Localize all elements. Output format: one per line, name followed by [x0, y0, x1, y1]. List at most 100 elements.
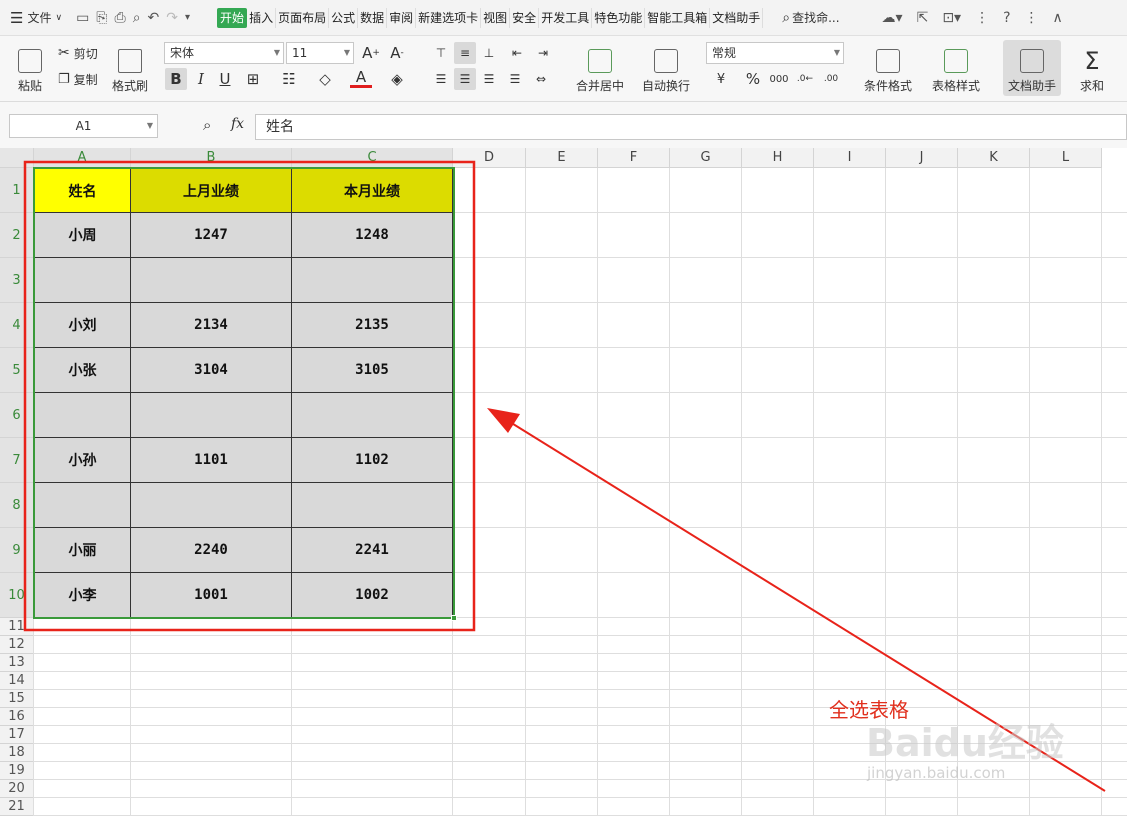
- distribute-icon[interactable]: ⇔: [530, 68, 552, 90]
- table-cell[interactable]: 1002: [292, 573, 453, 618]
- table-cell[interactable]: [292, 393, 453, 438]
- align-top-icon[interactable]: ⊤: [430, 42, 452, 64]
- table-cell[interactable]: 小孙: [34, 438, 131, 483]
- column-header-D[interactable]: D: [453, 148, 526, 168]
- table-cell[interactable]: 1102: [292, 438, 453, 483]
- header-cell[interactable]: 上月业绩: [131, 168, 292, 213]
- tab-8[interactable]: 安全: [510, 7, 540, 28]
- number-format-select[interactable]: 常规 ▼: [706, 42, 844, 64]
- column-header-H[interactable]: H: [742, 148, 814, 168]
- table-cell[interactable]: 3104: [131, 348, 292, 393]
- row-header-8[interactable]: 8: [0, 483, 34, 528]
- row-header-6[interactable]: 6: [0, 393, 34, 438]
- percent-icon[interactable]: %: [742, 68, 764, 90]
- increase-font-icon[interactable]: A +: [360, 42, 382, 64]
- table-cell[interactable]: [34, 393, 131, 438]
- table-cell[interactable]: 小刘: [34, 303, 131, 348]
- table-cell[interactable]: 3105: [292, 348, 453, 393]
- underline-icon[interactable]: U: [214, 68, 236, 90]
- tab-1[interactable]: 插入: [247, 7, 277, 28]
- row-header-1[interactable]: 1: [0, 168, 34, 213]
- column-header-K[interactable]: K: [958, 148, 1030, 168]
- share-icon[interactable]: ⇱: [917, 10, 929, 26]
- table-cell[interactable]: 小丽: [34, 528, 131, 573]
- tab-0[interactable]: 开始: [217, 7, 248, 28]
- column-header-F[interactable]: F: [598, 148, 670, 168]
- wrap-text-button[interactable]: 自动换行: [638, 42, 694, 94]
- menu-button[interactable]: ☰ 文件 ∨: [0, 0, 65, 36]
- align-left-icon[interactable]: ☰: [430, 68, 452, 90]
- row-header-16[interactable]: 16: [0, 708, 34, 726]
- currency-icon[interactable]: ¥: [710, 68, 732, 90]
- print-preview-icon[interactable]: ⌕: [133, 10, 141, 26]
- increase-decimal-icon[interactable]: .0←: [794, 68, 816, 90]
- table-style-button[interactable]: 表格样式: [926, 42, 986, 94]
- table-cell[interactable]: 小李: [34, 573, 131, 618]
- fill-handle[interactable]: [451, 615, 457, 621]
- table-cell[interactable]: 2241: [292, 528, 453, 573]
- column-header-A[interactable]: A: [34, 148, 131, 168]
- indent-decrease-icon[interactable]: ⇤: [506, 42, 528, 64]
- format-painter-button[interactable]: 格式刷: [108, 42, 152, 94]
- column-header-J[interactable]: J: [886, 148, 958, 168]
- merge-center-button[interactable]: 合并居中: [570, 42, 630, 94]
- font-size-select[interactable]: 11 ▼: [286, 42, 354, 64]
- table-cell[interactable]: 1101: [131, 438, 292, 483]
- row-header-19[interactable]: 19: [0, 762, 34, 780]
- cut-button[interactable]: ✂ 剪切: [58, 42, 98, 64]
- help-icon[interactable]: ?: [1003, 10, 1010, 26]
- fx-icon[interactable]: fx: [231, 116, 244, 132]
- table-cell[interactable]: [292, 258, 453, 303]
- align-center-icon[interactable]: ☰: [454, 68, 476, 90]
- cloud-icon[interactable]: ☁▾: [882, 10, 903, 26]
- undo-icon[interactable]: ↶: [148, 10, 160, 26]
- zoom-function-icon[interactable]: ⌕: [203, 116, 211, 134]
- export-icon[interactable]: ⎘: [96, 10, 107, 26]
- row-header-14[interactable]: 14: [0, 672, 34, 690]
- row-header-5[interactable]: 5: [0, 348, 34, 393]
- row-header-9[interactable]: 9: [0, 528, 34, 573]
- tab-3[interactable]: 公式: [329, 7, 359, 28]
- row-header-4[interactable]: 4: [0, 303, 34, 348]
- font-name-select[interactable]: 宋体 ▼: [164, 42, 284, 64]
- table-cell[interactable]: [131, 258, 292, 303]
- tab-12[interactable]: 文档助手: [710, 7, 764, 28]
- row-header-18[interactable]: 18: [0, 744, 34, 762]
- row-header-20[interactable]: 20: [0, 780, 34, 798]
- search-command[interactable]: ⌕ 查找命...: [779, 0, 842, 36]
- column-header-G[interactable]: G: [670, 148, 742, 168]
- row-header-21[interactable]: 21: [0, 798, 34, 816]
- indent-increase-icon[interactable]: ⇥: [532, 42, 554, 64]
- tab-10[interactable]: 特色功能: [592, 7, 646, 28]
- paste-button[interactable]: 粘贴: [10, 42, 50, 94]
- table-cell[interactable]: [34, 258, 131, 303]
- more-dots-icon[interactable]: ⋮: [1025, 10, 1039, 26]
- sum-button[interactable]: Σ 求和: [1070, 42, 1114, 94]
- row-header-13[interactable]: 13: [0, 654, 34, 672]
- table-cell[interactable]: 1247: [131, 213, 292, 258]
- conditional-format-button[interactable]: 条件格式: [858, 42, 918, 94]
- print-icon[interactable]: ⎙: [115, 10, 126, 26]
- cell-style-icon[interactable]: ☷: [278, 68, 300, 90]
- table-cell[interactable]: 1248: [292, 213, 453, 258]
- column-header-I[interactable]: I: [814, 148, 886, 168]
- row-header-10[interactable]: 10: [0, 573, 34, 618]
- table-cell[interactable]: 2240: [131, 528, 292, 573]
- row-header-7[interactable]: 7: [0, 438, 34, 483]
- decrease-font-icon[interactable]: A-: [386, 42, 408, 64]
- header-cell[interactable]: 本月业绩: [292, 168, 453, 213]
- table-cell[interactable]: 1001: [131, 573, 292, 618]
- justify-icon[interactable]: ☰: [504, 68, 526, 90]
- column-header-B[interactable]: B: [131, 148, 292, 168]
- clear-icon[interactable]: ◈: [386, 68, 408, 90]
- bold-icon[interactable]: B: [165, 68, 187, 90]
- column-header-C[interactable]: C: [292, 148, 453, 168]
- row-header-15[interactable]: 15: [0, 690, 34, 708]
- row-header-3[interactable]: 3: [0, 258, 34, 303]
- more-icon[interactable]: ⋮: [975, 10, 989, 26]
- align-right-icon[interactable]: ☰: [478, 68, 500, 90]
- column-header-L[interactable]: L: [1030, 148, 1102, 168]
- formula-input[interactable]: 姓名: [255, 114, 1127, 140]
- table-cell[interactable]: [34, 483, 131, 528]
- align-bottom-icon[interactable]: ⊥: [478, 42, 500, 64]
